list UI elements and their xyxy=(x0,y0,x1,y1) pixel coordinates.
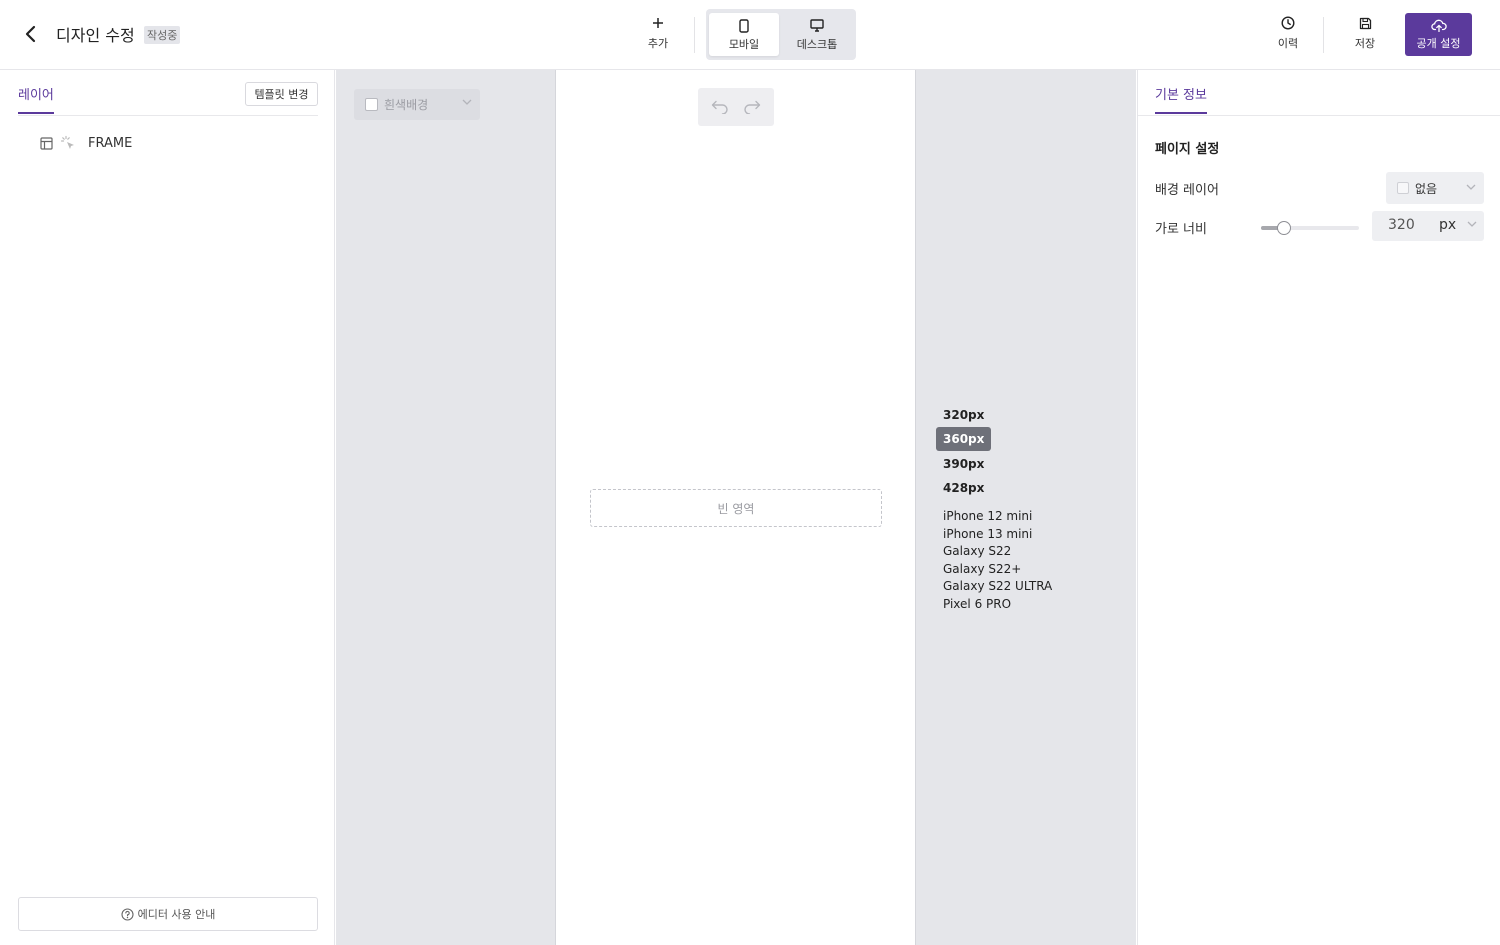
editor-canvas: 흰색배경 빈 영역 320px 360px 390px 428px iPhone… xyxy=(336,70,1136,945)
size-option-320[interactable]: 320px xyxy=(936,403,991,427)
view-mobile-label: 모바일 xyxy=(728,37,760,51)
size-option-428[interactable]: 428px xyxy=(936,476,991,500)
publish-settings-label: 공개 설정 xyxy=(1416,36,1461,50)
toolbar-divider xyxy=(1323,17,1324,53)
save-label: 저장 xyxy=(1354,37,1376,50)
tab-divider xyxy=(1138,115,1500,116)
editor-guide-label: 에디터 사용 안내 xyxy=(137,908,216,921)
chevron-down-icon xyxy=(462,99,472,105)
save-button[interactable]: 저장 xyxy=(1350,14,1380,51)
size-option-390[interactable]: 390px xyxy=(936,452,991,476)
background-layer-select[interactable]: 없음 xyxy=(1386,172,1484,204)
page-title: 디자인 수정 xyxy=(56,26,135,45)
device-name: iPhone 12 mini xyxy=(943,509,1033,523)
history-button[interactable]: 이력 xyxy=(1271,14,1305,51)
back-button[interactable] xyxy=(18,22,42,46)
width-unit-select[interactable]: px xyxy=(1439,217,1456,233)
undo-icon xyxy=(711,100,728,114)
add-button-label: 추가 xyxy=(647,37,669,50)
section-title: 페이지 설정 xyxy=(1155,142,1220,157)
help-circle-icon xyxy=(121,907,134,921)
cloud-upload-icon xyxy=(1430,19,1447,32)
mobile-frame: 빈 영역 xyxy=(555,70,916,945)
undo-button[interactable] xyxy=(711,100,729,114)
monitor-icon xyxy=(810,19,824,32)
device-name: Galaxy S22 xyxy=(943,544,1012,558)
view-desktop-button[interactable]: 데스크톱 xyxy=(782,13,852,56)
status-badge: 작성중 xyxy=(144,26,181,44)
publish-settings-button[interactable]: 공개 설정 xyxy=(1405,13,1472,56)
layer-panel: 레이어 템플릿 변경 FRAME 에디터 사용 안내 xyxy=(0,70,335,945)
background-layer-label: 배경 레이어 xyxy=(1155,183,1219,198)
background-layer-value: 없음 xyxy=(1415,181,1438,196)
redo-button[interactable] xyxy=(743,100,761,114)
device-name: Galaxy S22+ xyxy=(943,561,1022,576)
undo-redo-group xyxy=(698,88,774,126)
clock-icon xyxy=(1281,16,1295,30)
redo-icon xyxy=(744,100,761,114)
properties-panel: 기본 정보 페이지 설정 배경 레이어 없음 가로 너비 320 px xyxy=(1137,70,1500,945)
width-slider-handle[interactable] xyxy=(1277,221,1291,235)
change-template-button[interactable]: 템플릿 변경 xyxy=(245,82,318,106)
top-bar: 디자인 수정 작성중 추가 모바일 데스크톱 이력 저장 공개 설정 xyxy=(0,0,1500,70)
width-input-group: 320 px xyxy=(1372,211,1484,241)
editor-guide-button[interactable]: 에디터 사용 안내 xyxy=(18,897,318,931)
smartphone-icon xyxy=(739,18,749,33)
toolbar-divider xyxy=(694,17,695,53)
history-label: 이력 xyxy=(1277,37,1299,50)
device-name: iPhone 13 mini xyxy=(943,526,1033,541)
chevron-left-icon xyxy=(25,25,36,43)
plus-icon xyxy=(653,18,663,28)
width-slider[interactable] xyxy=(1261,221,1359,235)
background-select-label: 흰색배경 xyxy=(384,98,429,112)
layer-item-frame[interactable]: FRAME xyxy=(38,133,132,153)
width-input[interactable]: 320 xyxy=(1388,217,1415,233)
background-checkbox[interactable] xyxy=(365,98,378,111)
view-mobile-button[interactable]: 모바일 xyxy=(709,13,779,56)
device-name: Pixel 6 PRO xyxy=(943,596,1012,611)
device-list: iPhone 12 mini iPhone 13 mini Galaxy S22… xyxy=(943,508,1052,613)
add-button[interactable]: 추가 xyxy=(640,14,676,51)
view-mode-toggle: 모바일 데스크톱 xyxy=(706,9,856,60)
background-select[interactable]: 흰색배경 xyxy=(354,89,480,120)
size-option-360[interactable]: 360px xyxy=(936,427,992,451)
chevron-down-icon xyxy=(1467,221,1477,227)
tab-basic-info[interactable]: 기본 정보 xyxy=(1155,84,1207,114)
layer-name: FRAME xyxy=(88,135,133,151)
device-name: Galaxy S22 ULTRA xyxy=(943,579,1053,593)
tab-divider xyxy=(18,115,318,116)
tab-layers[interactable]: 레이어 xyxy=(18,84,54,114)
background-layer-checkbox[interactable] xyxy=(1397,182,1409,194)
chevron-down-icon xyxy=(1466,184,1476,190)
layout-icon xyxy=(38,135,54,151)
width-label: 가로 너비 xyxy=(1155,222,1207,237)
cursor-click-icon xyxy=(60,135,76,151)
view-desktop-label: 데스크톱 xyxy=(796,37,838,51)
empty-area-dropzone[interactable]: 빈 영역 xyxy=(590,489,882,527)
save-icon xyxy=(1359,17,1371,29)
